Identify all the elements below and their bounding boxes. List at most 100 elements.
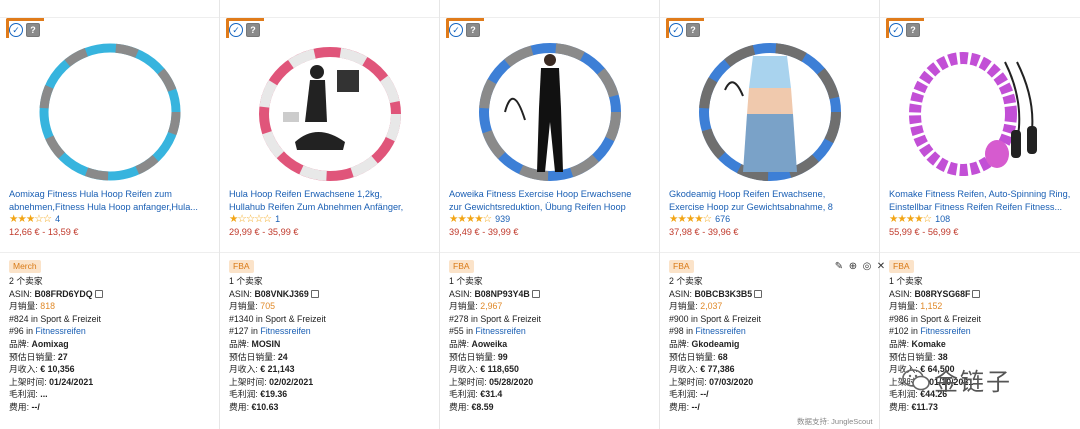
monthly-sales-value: 705	[260, 301, 275, 312]
fee-label: 费用:	[889, 401, 910, 412]
fee-value: --/	[691, 401, 700, 412]
product-image[interactable]	[35, 42, 185, 182]
help-icon[interactable]: ?	[246, 23, 260, 37]
revenue-label: 月收入:	[669, 364, 698, 375]
card-mid-divider	[660, 252, 879, 253]
margin-label: 毛利润:	[229, 389, 258, 400]
daily-sales-label: 预估日销量:	[449, 351, 496, 362]
rank-sub: #55 in	[449, 326, 473, 337]
rank-main-category: Sport & Freizeit	[40, 313, 101, 324]
rank-sub-category-link[interactable]: Fitnessreifen	[475, 326, 525, 336]
help-icon[interactable]: ?	[466, 23, 480, 37]
brand-label: 品牌:	[229, 338, 250, 349]
rank-sub: #102 in	[889, 326, 918, 337]
monthly-sales-value: 818	[40, 301, 55, 312]
help-icon[interactable]: ?	[686, 23, 700, 37]
daily-sales-value: 24	[277, 351, 288, 362]
fee-value: --/	[31, 401, 40, 412]
review-count[interactable]: 108	[935, 214, 950, 224]
product-title[interactable]: Komake Fitness Reifen, Auto-Spinning Rin…	[889, 188, 1079, 213]
rank-sub-category-link[interactable]: Fitnessreifen	[695, 326, 745, 336]
brand-value: Aoweika	[471, 338, 508, 349]
check-icon[interactable]: ✓	[449, 23, 463, 37]
revenue-value: € 77,386	[700, 364, 735, 375]
rank-sub: #96 in	[9, 326, 33, 337]
product-card: ✓ ? Aoweika Fitness Exercise Hoop Erwach…	[440, 0, 660, 429]
daily-sales-value: 99	[497, 351, 508, 362]
rank-sub-category-link[interactable]: Fitnessreifen	[260, 326, 310, 336]
rank-sub-category-link[interactable]: Fitnessreifen	[920, 326, 970, 336]
close-icon[interactable]: ✕	[876, 261, 886, 272]
product-image[interactable]	[475, 42, 625, 182]
brand-label: 品牌:	[9, 338, 30, 349]
copy-icon[interactable]	[972, 289, 981, 298]
settings-icon[interactable]: ◎	[862, 261, 872, 272]
margin-value: €31.4	[480, 389, 503, 400]
revenue-label: 月收入:	[229, 364, 258, 375]
wechat-icon	[902, 368, 930, 390]
add-icon[interactable]: ⊕	[848, 261, 858, 272]
daily-sales-value: 27	[57, 351, 68, 362]
monthly-sales-value: 1,152	[920, 301, 943, 312]
margin-label: 毛利润:	[669, 389, 698, 400]
rating: ★★★☆☆ 4	[9, 213, 60, 225]
copy-icon[interactable]	[94, 289, 103, 298]
rating: ★★★★☆ 108	[889, 213, 950, 225]
card-mid-divider	[220, 252, 439, 253]
copy-icon[interactable]	[310, 289, 319, 298]
fulfillment-badge: FBA	[889, 260, 914, 273]
asin-label: ASIN:	[449, 288, 472, 299]
review-count[interactable]: 4	[55, 214, 60, 224]
sellers-count: 1 个卖家	[449, 276, 483, 286]
rank-main-category: Sport & Freizeit	[480, 313, 541, 324]
fulfillment-badge: FBA	[229, 260, 254, 273]
check-icon[interactable]: ✓	[229, 23, 243, 37]
margin-value: ...	[40, 389, 48, 400]
product-title[interactable]: Aoweika Fitness Exercise Hoop Erwachsene…	[449, 188, 639, 213]
help-icon[interactable]: ?	[906, 23, 920, 37]
check-icon[interactable]: ✓	[889, 23, 903, 37]
card-toolbar: ✓ ?	[9, 23, 40, 37]
review-count[interactable]: 939	[495, 214, 510, 224]
help-icon[interactable]: ?	[26, 23, 40, 37]
review-count[interactable]: 676	[715, 214, 730, 224]
fulfillment-badge: FBA	[669, 260, 694, 273]
product-title[interactable]: Aomixag Fitness Hula Hoop Reifen zum abn…	[9, 188, 199, 213]
sellers-count: 2 个卖家	[9, 276, 43, 286]
product-card: ✓ ? Gkodeamig Hoop Reifen Erwachsene, Ex…	[660, 0, 880, 429]
fee-label: 费用:	[9, 401, 30, 412]
card-toolbar: ✓ ?	[449, 23, 480, 37]
rank-main: #1340 in	[229, 313, 263, 324]
product-image[interactable]	[905, 42, 1055, 182]
asin-value: B08FRD6YDQ	[34, 288, 93, 299]
listing-date-value: 05/28/2020	[489, 376, 534, 387]
check-icon[interactable]: ✓	[669, 23, 683, 37]
brand-label: 品牌:	[669, 338, 690, 349]
product-title[interactable]: Hula Hoop Reifen Erwachsene 1,2kg, Hulla…	[229, 188, 419, 213]
price-range: 12,66 € - 13,59 €	[9, 227, 79, 237]
brand-label: 品牌:	[449, 338, 470, 349]
product-stats: 1 个卖家 ASIN: B08VNKJ369 月销量: 705 #1340 in…	[229, 275, 326, 414]
product-stats: 1 个卖家 ASIN: B08NP93Y4B 月销量: 2,967 #278 i…	[449, 275, 541, 414]
card-top-divider	[220, 0, 439, 18]
copy-icon[interactable]	[754, 289, 763, 298]
asin-value: B08RYSG68F	[914, 288, 971, 299]
star-rating-icon: ★★★★☆	[889, 213, 932, 225]
product-image[interactable]	[695, 42, 845, 182]
check-icon[interactable]: ✓	[9, 23, 23, 37]
review-count[interactable]: 1	[275, 214, 280, 224]
card-toolbar: ✓ ?	[889, 23, 920, 37]
revenue-value: € 21,143	[260, 364, 295, 375]
rank-sub-category-link[interactable]: Fitnessreifen	[35, 326, 85, 336]
listing-date-label: 上架时间:	[449, 376, 487, 387]
rank-main: #986 in	[889, 313, 918, 324]
product-title[interactable]: Gkodeamig Hoop Reifen Erwachsene, Exerci…	[669, 188, 859, 213]
pin-icon[interactable]: ✎	[834, 261, 844, 272]
revenue-value: € 10,356	[40, 364, 75, 375]
product-image[interactable]	[255, 42, 405, 182]
margin-value: €19.36	[260, 389, 288, 400]
asin-value: B0BCB3K3B5	[694, 288, 753, 299]
asin-label: ASIN:	[9, 288, 32, 299]
star-rating-icon: ★★★★☆	[449, 213, 492, 225]
copy-icon[interactable]	[531, 289, 540, 298]
